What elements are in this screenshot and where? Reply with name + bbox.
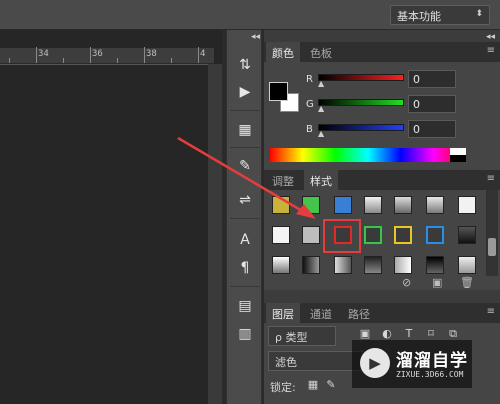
watermark-subtext: ZIXUE.3D66.COM bbox=[396, 370, 464, 379]
watermark-logo-icon: ▶ bbox=[360, 348, 390, 378]
watermark: ▶ 溜溜自学 ZIXUE.3D66.COM bbox=[352, 340, 472, 388]
watermark-text: 溜溜自学 bbox=[396, 351, 468, 371]
